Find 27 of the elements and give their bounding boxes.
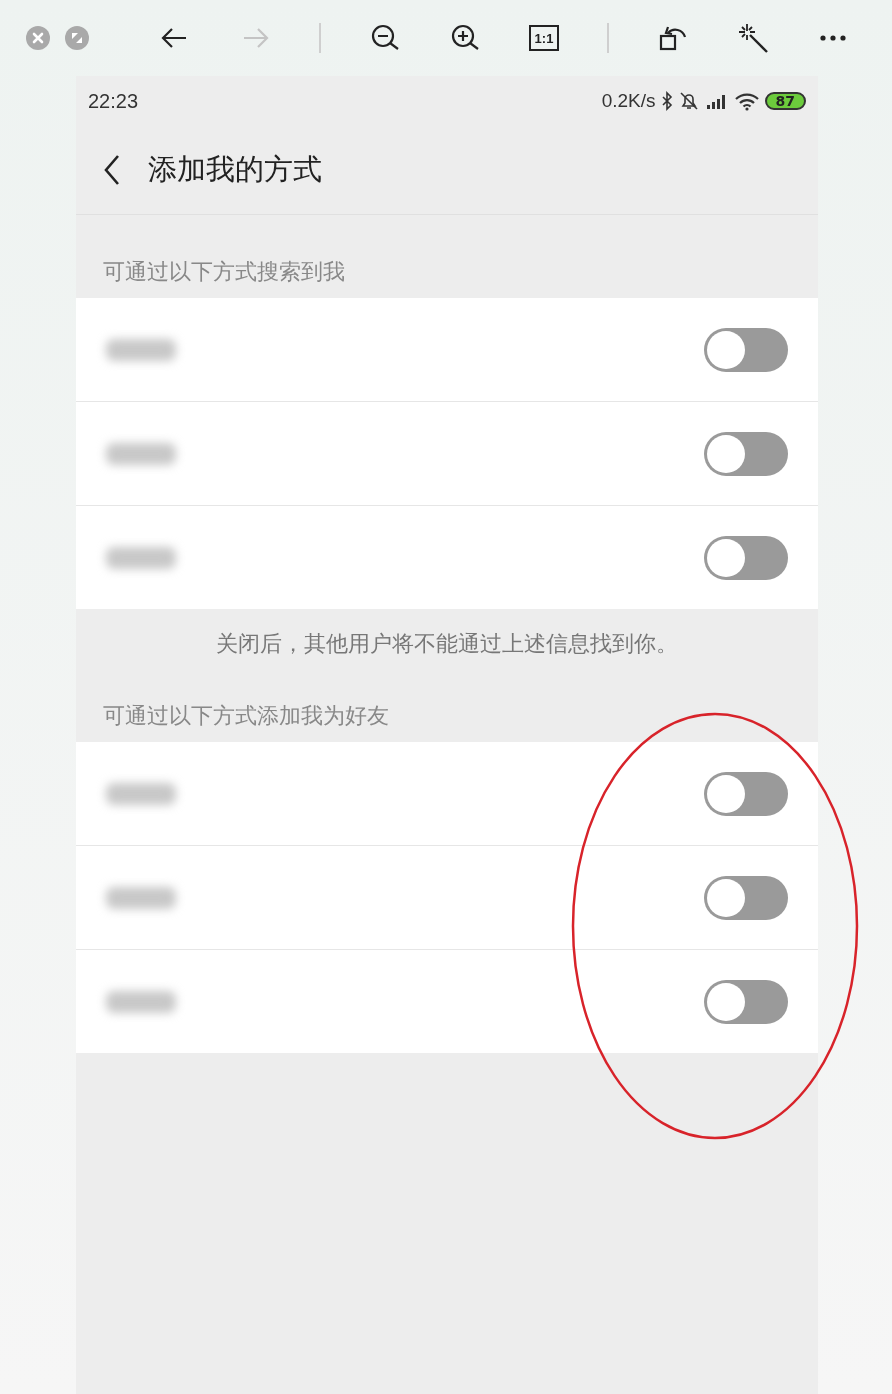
toggle-switch[interactable] [704,535,788,580]
toggle-switch[interactable] [704,875,788,920]
wifi-icon [733,91,760,111]
battery-indicator: 87 [764,92,806,110]
toggle-switch[interactable] [704,431,788,476]
blurred-label [106,990,176,1013]
toggle-switch[interactable] [704,979,788,1024]
back-icon[interactable] [102,153,122,187]
page-title: 添加我的方式 [148,151,322,188]
toggle-switch[interactable] [704,771,788,816]
blurred-label [106,546,176,569]
blurred-label [106,338,176,361]
blurred-label [106,442,176,465]
muted-bell-icon [677,91,700,111]
toggle-switch[interactable] [704,327,788,372]
close-icon[interactable] [26,26,50,50]
blurred-label [106,886,176,909]
bluetooth-icon [660,91,673,111]
network-speed: 0.2K/s [601,90,656,112]
status-time: 22:23 [88,89,139,113]
actual-size-button[interactable]: 1:1 [529,25,559,51]
blurred-label [106,782,176,805]
magic-wand-icon[interactable] [737,22,769,54]
section-label: 可通过以下方式搜索到我 [102,258,346,286]
section-label: 可通过以下方式添加我为好友 [102,702,390,730]
fullscreen-icon[interactable] [65,26,89,50]
hint-text: 关闭后，其他用户将不能通过上述信息找到你。 [215,630,679,658]
